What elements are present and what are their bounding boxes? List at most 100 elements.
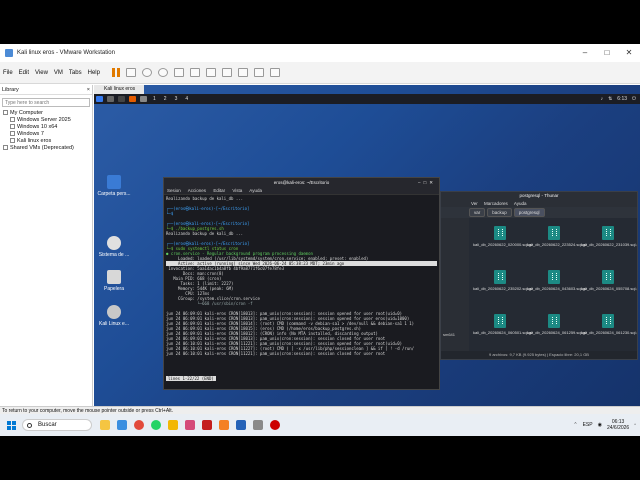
tree-item-my-computer[interactable]: My Computer [0, 110, 92, 117]
file-item[interactable]: kali_db_20260624_061230.sql.gz [581, 312, 637, 356]
revert-snapshot-icon[interactable] [157, 68, 168, 77]
close-button[interactable]: ✕ [618, 44, 640, 62]
workspace-3[interactable]: 3 [175, 96, 178, 102]
menu-view[interactable]: View [32, 70, 51, 76]
unity-icon[interactable] [237, 68, 248, 77]
lang-indicator[interactable]: ESP [583, 422, 593, 428]
crumb-var[interactable]: var [469, 208, 486, 217]
file-item[interactable]: kali_db_20260624_043603.sql.gz [527, 268, 587, 312]
panel-clock[interactable]: 6:13 [617, 96, 627, 102]
tree-item-windows-server[interactable]: Windows Server 2025 [0, 117, 92, 124]
minimize-button[interactable]: – [574, 44, 596, 62]
tree-item-windows-10[interactable]: Windows 10 x64 [0, 124, 92, 131]
snapshot-manager-icon[interactable] [173, 68, 184, 77]
power-icon[interactable]: ⏻ [632, 96, 636, 102]
apps-icon[interactable] [140, 96, 147, 102]
wifi-icon[interactable]: ◉ [598, 422, 602, 428]
taskbar-clock[interactable]: 06:13 24/6/2026 [607, 419, 629, 431]
menu-tabs[interactable]: Tabs [66, 70, 85, 76]
tree-item-shared-vms[interactable]: Shared VMs (Deprecated) [0, 145, 92, 152]
tree-label: Windows 7 [17, 131, 44, 137]
file-item[interactable]: kali_db_20260624_060501.sql.gz [473, 312, 533, 356]
vm-tab-kali[interactable]: Kali linux eros [94, 85, 144, 94]
fm-menu-marcadores[interactable]: Marcadores [484, 201, 508, 206]
copilot-icon[interactable] [100, 420, 110, 430]
crumb-backup[interactable]: backup [487, 208, 512, 217]
terminal-menu-vista[interactable]: Vista [232, 188, 242, 193]
terminal-output[interactable]: Realizando backup de kali_db ... ┌──(eros… [164, 195, 439, 357]
maximize-button[interactable]: □ [596, 44, 618, 62]
tree-item-kali[interactable]: Kali linux eros [0, 138, 92, 145]
vmware-window-title: Kali linux eros - VMware Workstation [17, 50, 115, 56]
workspace-4[interactable]: 4 [185, 96, 188, 102]
files-icon[interactable] [107, 96, 114, 102]
notification-icon[interactable]: ▫ [634, 422, 636, 428]
system-tray: ⌃ ESP ◉ 06:13 24/6/2026 ▫ [573, 419, 636, 431]
menu-help[interactable]: Help [85, 70, 103, 76]
fm-menu-ver[interactable]: Ver [471, 201, 478, 206]
file-item[interactable]: kali_db_20260622_231039.sql.gz [581, 224, 637, 268]
file-item[interactable]: kali_db_20260622_235202.sql.gz [473, 268, 533, 312]
terminal-menu-editar[interactable]: Editar [213, 188, 225, 193]
library-panel: Library × Type here to search My Compute… [0, 85, 93, 406]
terminal-line: jun 24 06:10:01 kali-eros CRON[11221]: p… [166, 351, 386, 356]
volume-icon[interactable]: ♪ [601, 96, 604, 102]
file-item[interactable]: kali_db_20260624_061259.sql.gz [527, 312, 587, 356]
kali-menu-icon[interactable] [96, 96, 103, 102]
file-manager-menu-bar: Ver Marcadores Ayuda [441, 200, 637, 207]
windows-start-icon[interactable] [7, 420, 16, 430]
whatsapp-icon[interactable] [151, 420, 161, 430]
workspace-2[interactable]: 2 [164, 96, 167, 102]
app-icon-pink[interactable] [185, 420, 195, 430]
file-explorer-icon[interactable] [168, 420, 178, 430]
library-close-icon[interactable]: × [87, 85, 90, 95]
menu-edit[interactable]: Edit [16, 70, 32, 76]
desktop-icon-trash[interactable]: Papelera [94, 270, 134, 292]
vmware-taskbar-icon[interactable] [253, 420, 263, 430]
show-library-icon[interactable] [189, 68, 200, 77]
terminal-window-controls[interactable]: –□✕ [418, 178, 436, 187]
send-keys-icon[interactable] [125, 68, 136, 77]
terminal-menu-ayuda[interactable]: Ayuda [249, 188, 262, 193]
desktop-icon-filesystem[interactable]: Sistema de ... [94, 236, 134, 258]
terminal-menu-acciones[interactable]: Acciones [188, 188, 206, 193]
archive-icon [548, 226, 560, 240]
desktop-icon-kali-disc[interactable]: Kali Linux e... [94, 305, 134, 327]
chrome-icon[interactable] [134, 420, 144, 430]
fm-menu-ayuda[interactable]: Ayuda [514, 201, 527, 206]
thumbnail-icon[interactable] [205, 68, 216, 77]
tray-chevron-icon[interactable]: ⌃ [573, 422, 577, 428]
menu-vm[interactable]: VM [51, 70, 66, 76]
wps-icon[interactable] [202, 420, 212, 430]
app-icon-red[interactable] [270, 420, 280, 430]
menu-file[interactable]: File [0, 70, 16, 76]
file-item[interactable]: kali_db_20260622_020000.sql.gz [473, 224, 533, 268]
file-item[interactable]: kali_db_20260622_223524.sql.gz [527, 224, 587, 268]
desktop-icon-label: Sistema de ... [98, 252, 130, 258]
network-icon[interactable]: ⇅ [608, 96, 612, 102]
terminal-icon[interactable] [118, 96, 125, 102]
terminal-menu-sesion[interactable]: Sesion [167, 188, 181, 193]
workspace-1[interactable]: 1 [153, 96, 156, 102]
file-item[interactable]: kali_db_20260624_055708.sql.gz [581, 268, 637, 312]
stretch-icon[interactable] [269, 68, 280, 77]
tree-item-windows-7[interactable]: Windows 7 [0, 131, 92, 138]
terminal-window[interactable]: eros@kali-eros: ~/Escritorio –□✕ Sesion … [163, 177, 440, 390]
task-view-icon[interactable] [117, 420, 127, 430]
console-view-icon[interactable] [253, 68, 264, 77]
file-manager-window[interactable]: postgresql - Thunar Ver Marcadores Ayuda… [440, 191, 638, 360]
sidebar-device[interactable]: sm641 [441, 330, 469, 339]
library-search-input[interactable]: Type here to search [2, 98, 90, 107]
vscode-icon[interactable] [236, 420, 246, 430]
archive-icon [548, 270, 560, 284]
pinned-apps [100, 420, 280, 430]
app-icon-orange[interactable] [219, 420, 229, 430]
crumb-postgresql[interactable]: postgresql [513, 208, 545, 217]
snapshot-icon[interactable] [141, 68, 152, 77]
desktop-icon-home[interactable]: Carpeta pers... [94, 175, 134, 197]
pause-icon[interactable] [111, 68, 120, 77]
fullscreen-icon[interactable] [221, 68, 232, 77]
archive-icon [602, 226, 614, 240]
firefox-icon[interactable] [129, 96, 136, 102]
taskbar-search[interactable]: Buscar [22, 419, 92, 431]
